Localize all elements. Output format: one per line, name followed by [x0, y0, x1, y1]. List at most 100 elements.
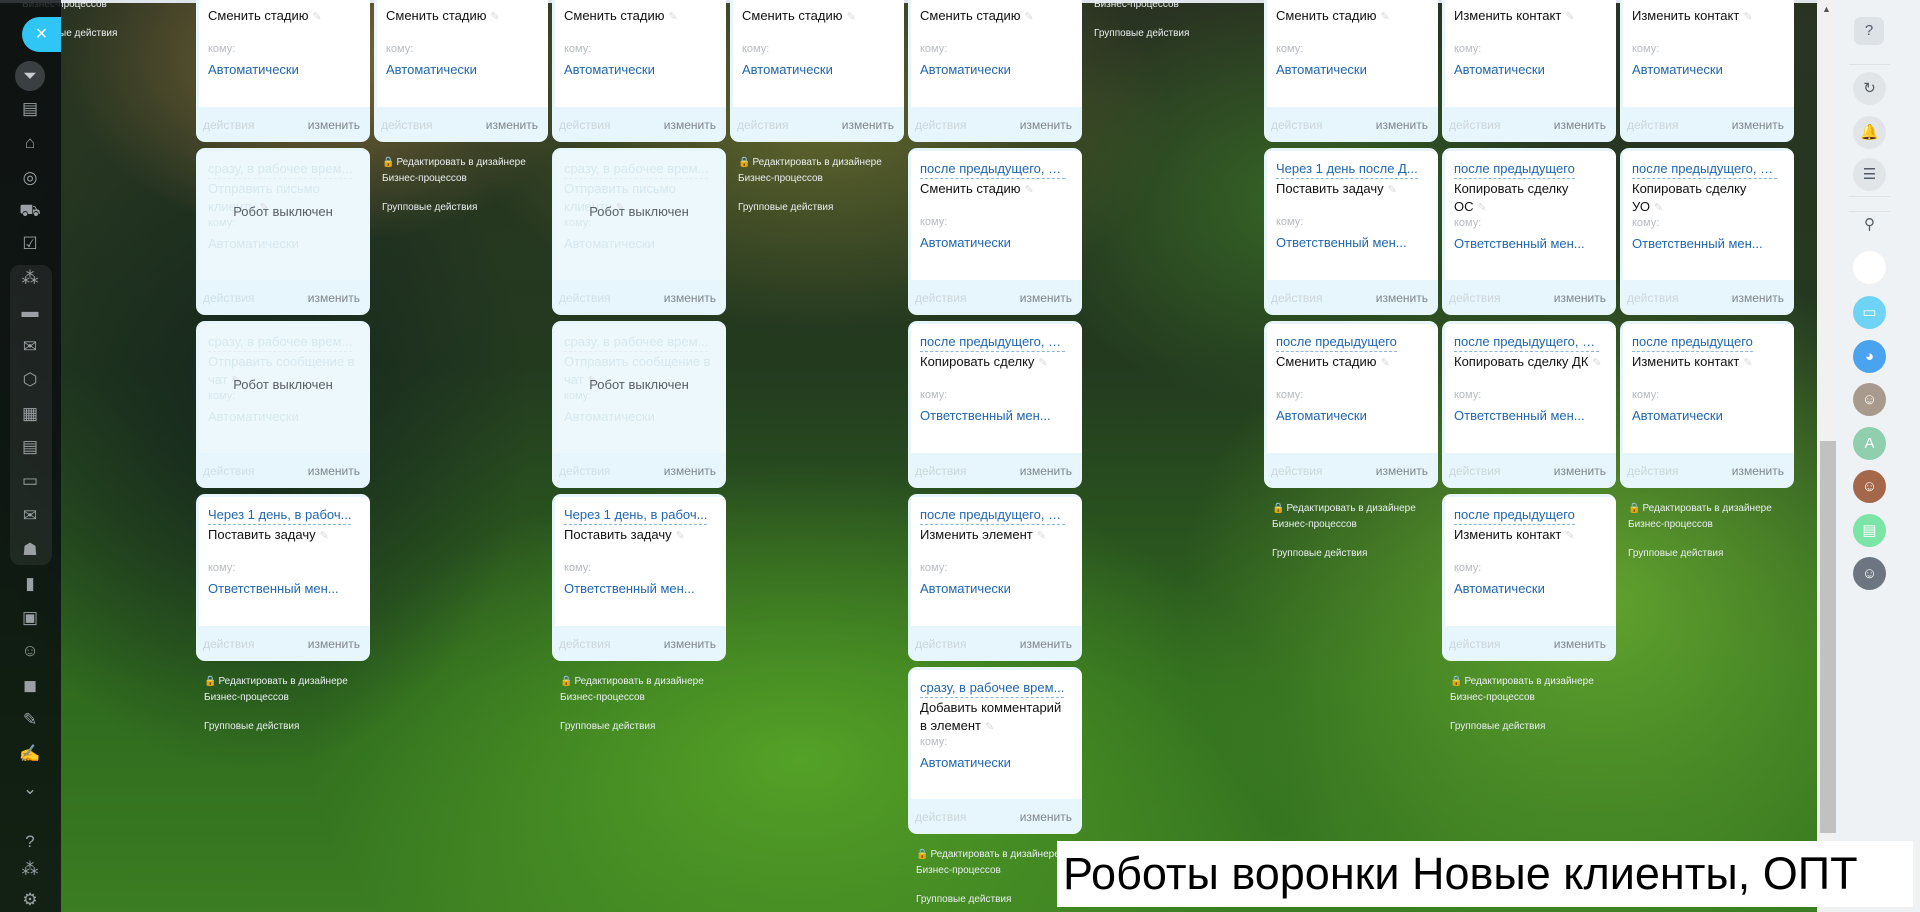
edit-robot-link[interactable]: изменить: [1020, 637, 1072, 651]
edit-title-pencil-icon[interactable]: ✎: [490, 11, 499, 23]
edit-robot-link[interactable]: изменить: [1554, 291, 1606, 305]
responsible-value[interactable]: Автоматически: [564, 236, 716, 251]
help-icon[interactable]: ?: [15, 829, 45, 855]
responsible-value[interactable]: Ответственный мен...: [208, 581, 360, 596]
copilot-icon[interactable]: ↻: [1853, 72, 1886, 105]
robot-delay-link[interactable]: после предыдущего, п...: [1632, 161, 1777, 179]
analytics-icon[interactable]: ▮: [15, 571, 45, 597]
edit-robot-link[interactable]: изменить: [664, 464, 716, 478]
edit-robot-link[interactable]: изменить: [664, 118, 716, 132]
robot-delay-link[interactable]: Через 1 день, в рабоч...: [208, 507, 352, 525]
designer-line-2[interactable]: Бизнес-процессов: [560, 690, 726, 706]
window-icon[interactable]: ▬: [15, 299, 45, 325]
edit-robot-link[interactable]: изменить: [1376, 464, 1428, 478]
user-avatar-dark[interactable]: ☺: [1853, 557, 1886, 590]
edit-robot-link[interactable]: изменить: [842, 118, 894, 132]
robot-delay-link[interactable]: после предыдущего: [1276, 334, 1397, 352]
tasks-icon[interactable]: ☑: [15, 231, 45, 257]
calendar-icon[interactable]: ▦: [15, 401, 45, 427]
responsible-value[interactable]: Автоматически: [1276, 62, 1428, 77]
close-slider-button[interactable]: ×: [22, 17, 61, 52]
actions-link[interactable]: действия: [203, 464, 254, 478]
hexagon-icon[interactable]: ⬡: [15, 367, 45, 393]
designer-line-2[interactable]: Бизнес-процессов: [738, 171, 904, 187]
robot-card[interactable]: Сменить стадию ✎ кому: Автоматически действи…: [908, 0, 1082, 142]
edit-title-pencil-icon[interactable]: ✎: [1654, 202, 1663, 214]
messenger-icon[interactable]: ☰: [1853, 158, 1886, 191]
edit-title-pencil-icon[interactable]: ✎: [1565, 11, 1574, 23]
warehouse-icon[interactable]: ⌂: [15, 130, 45, 156]
edit-title-pencil-icon[interactable]: ✎: [1388, 184, 1397, 196]
robot-delay-link[interactable]: сразу, в рабочее врем...: [208, 161, 353, 179]
robot-delay-link[interactable]: сразу, в рабочее врем...: [208, 334, 353, 352]
responsible-value[interactable]: Автоматически: [1632, 62, 1784, 77]
robot-card[interactable]: ×после предыдущегоИзменить контакт✎кому:…: [1442, 494, 1616, 661]
responsible-value[interactable]: Ответственный мен...: [920, 408, 1072, 423]
responsible-value[interactable]: Автоматически: [1454, 581, 1606, 596]
robot-delay-link[interactable]: сразу, в рабочее врем...: [920, 680, 1065, 698]
edit-title-pencil-icon[interactable]: ✎: [1038, 357, 1047, 369]
document-icon[interactable]: ▤: [15, 434, 45, 460]
group-actions-link[interactable]: Групповые действия: [204, 719, 370, 735]
bot-avatar[interactable]: ☻: [1853, 251, 1886, 284]
robot-card[interactable]: Изменить контакт ✎ кому: Автоматически дейст…: [1620, 0, 1794, 142]
scroll-up-arrow-icon[interactable]: ▲: [1822, 4, 1831, 14]
gear-icon[interactable]: ⚙: [15, 887, 45, 912]
group-actions-link[interactable]: Групповые действия: [1272, 546, 1438, 562]
network-icon[interactable]: ⁂: [15, 856, 45, 882]
robot-card[interactable]: Сменить стадию ✎ кому: Автоматически действи…: [1264, 0, 1438, 142]
edit-in-designer-link[interactable]: 🔒 Редактировать в дизайнере: [560, 674, 726, 690]
actions-link[interactable]: действия: [1449, 637, 1500, 651]
chevron-down-icon[interactable]: ⌄: [15, 776, 45, 802]
user-avatar[interactable]: ☺: [1853, 383, 1886, 416]
robot-card[interactable]: ×сразу, в рабочее врем...Отправить сообщ…: [196, 321, 370, 488]
target-icon[interactable]: ◎: [15, 165, 45, 191]
robot-card[interactable]: ×Через 1 день, в рабоч...Поставить задач…: [196, 494, 370, 661]
edit-robot-link[interactable]: изменить: [1376, 118, 1428, 132]
responsible-value[interactable]: Автоматически: [920, 581, 1072, 596]
actions-link[interactable]: действия: [737, 118, 788, 132]
edit-robot-link[interactable]: изменить: [308, 464, 360, 478]
edit-robot-link[interactable]: изменить: [1020, 464, 1072, 478]
edit-robot-link[interactable]: изменить: [1020, 118, 1072, 132]
edit-title-pencil-icon[interactable]: ✎: [676, 530, 685, 542]
robot-delay-link[interactable]: после предыдущего: [1632, 334, 1753, 352]
actions-link[interactable]: действия: [559, 118, 610, 132]
search-icon[interactable]: ⚲: [1853, 208, 1886, 241]
robot-icon[interactable]: ☺: [15, 638, 45, 664]
actions-link[interactable]: действия: [915, 810, 966, 824]
responsible-value[interactable]: Автоматически: [920, 62, 1072, 77]
actions-link[interactable]: действия: [381, 118, 432, 132]
designer-line-2[interactable]: Бизнес-процессов: [1272, 517, 1438, 533]
actions-link[interactable]: действия: [1271, 464, 1322, 478]
robot-card[interactable]: ×после предыдущего, п...Копировать сделк…: [1620, 148, 1794, 315]
actions-link[interactable]: действия: [559, 291, 610, 305]
edit-in-designer-link[interactable]: 🔒 Редактировать в дизайнере: [738, 155, 904, 171]
actions-link[interactable]: действия: [1271, 291, 1322, 305]
group-actions-link[interactable]: Групповые действия: [1450, 719, 1616, 735]
robot-card[interactable]: ×после предыдущего, п...Копировать сделк…: [1442, 321, 1616, 488]
edit-title-pencil-icon[interactable]: ✎: [668, 11, 677, 23]
actions-link[interactable]: действия: [1449, 118, 1500, 132]
responsible-value[interactable]: Автоматически: [208, 409, 360, 424]
actions-link[interactable]: действия: [915, 637, 966, 651]
responsible-value[interactable]: Автоматически: [1632, 408, 1784, 423]
robot-card[interactable]: Сменить стадию ✎ кому: Автоматически действи…: [196, 0, 370, 142]
edit-title-pencil-icon[interactable]: ✎: [1037, 530, 1046, 542]
robot-delay-link[interactable]: сразу, в рабочее врем...: [564, 334, 709, 352]
actions-link[interactable]: действия: [1449, 464, 1500, 478]
group-actions-link[interactable]: Групповые действия: [382, 200, 548, 216]
edit-title-pencil-icon[interactable]: ✎: [1380, 357, 1389, 369]
group-actions-link[interactable]: Групповые действия: [1094, 26, 1260, 42]
edit-robot-link[interactable]: изменить: [308, 291, 360, 305]
actions-link[interactable]: действия: [203, 291, 254, 305]
cart-icon[interactable]: ⛟: [15, 198, 45, 224]
scrollbar[interactable]: ▲: [1818, 0, 1836, 912]
responsible-value[interactable]: Автоматически: [564, 62, 716, 77]
help-icon[interactable]: ?: [1854, 17, 1884, 45]
drive-icon[interactable]: ▭: [15, 468, 45, 494]
open-lines-avatar[interactable]: ▭: [1853, 296, 1886, 329]
responsible-value[interactable]: Автоматически: [386, 62, 538, 77]
box-icon[interactable]: ◼: [15, 673, 45, 699]
edit-list-icon[interactable]: ✎: [15, 707, 45, 733]
